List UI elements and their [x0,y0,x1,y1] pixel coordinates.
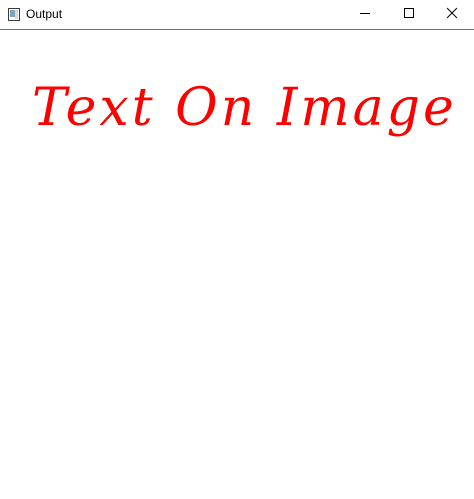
maximize-button[interactable] [387,0,431,29]
close-icon [446,6,458,24]
displayed-image: Text On Image [2,30,474,499]
app-icon [8,8,20,21]
minimize-icon [359,6,371,24]
close-button[interactable] [430,0,474,29]
minimize-button[interactable] [343,0,387,29]
image-overlay-text: Text On Image [32,78,457,138]
output-window: Output Text On Image [0,0,474,499]
client-area: Text On Image [0,30,474,499]
window-title: Output [26,7,63,21]
maximize-icon [403,6,415,24]
title-bar[interactable]: Output [0,0,474,30]
